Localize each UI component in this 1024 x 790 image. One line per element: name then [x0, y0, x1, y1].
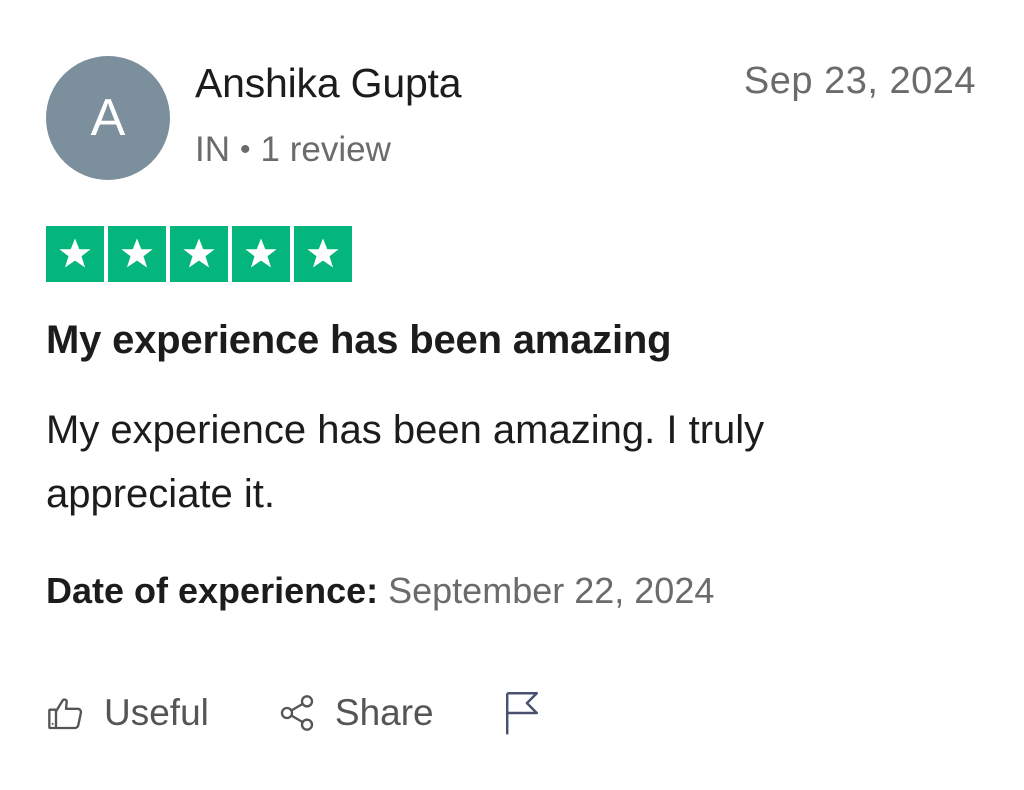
share-label: Share — [334, 692, 434, 733]
reviewer-name[interactable]: Anshika Gupta — [195, 60, 462, 107]
review-count: 1 review — [260, 130, 391, 169]
experience-label: Date of experience: — [46, 570, 379, 611]
useful-label: Useful — [104, 692, 209, 733]
useful-button[interactable]: Useful — [46, 692, 209, 734]
report-button[interactable] — [502, 690, 542, 736]
review-body: My experience has been amazing. I truly … — [46, 408, 765, 516]
reviewer-meta: IN • 1 review — [195, 130, 391, 170]
review-title[interactable]: My experience has been amazing — [46, 318, 672, 363]
experience-date: September 22, 2024 — [388, 570, 715, 611]
date-of-experience: Date of experience: September 22, 2024 — [46, 570, 714, 612]
star-icon — [170, 226, 228, 282]
share-button[interactable]: Share — [277, 692, 434, 734]
review-date: Sep 23, 2024 — [743, 60, 976, 102]
meta-separator: • — [240, 133, 251, 166]
avatar[interactable]: A — [46, 56, 170, 180]
avatar-initial: A — [90, 89, 126, 147]
review-actions: Useful Share — [46, 690, 610, 736]
star-icon — [108, 226, 166, 282]
flag-icon — [505, 692, 538, 735]
review-card: A Anshika Gupta IN • 1 review Sep 23, 20… — [0, 0, 1024, 790]
star-icon — [294, 226, 352, 282]
star-rating — [46, 226, 352, 282]
share-icon — [280, 695, 314, 731]
reviewer-country: IN — [195, 130, 230, 169]
star-icon — [46, 226, 104, 282]
thumbs-up-icon — [48, 698, 83, 730]
star-icon — [232, 226, 290, 282]
